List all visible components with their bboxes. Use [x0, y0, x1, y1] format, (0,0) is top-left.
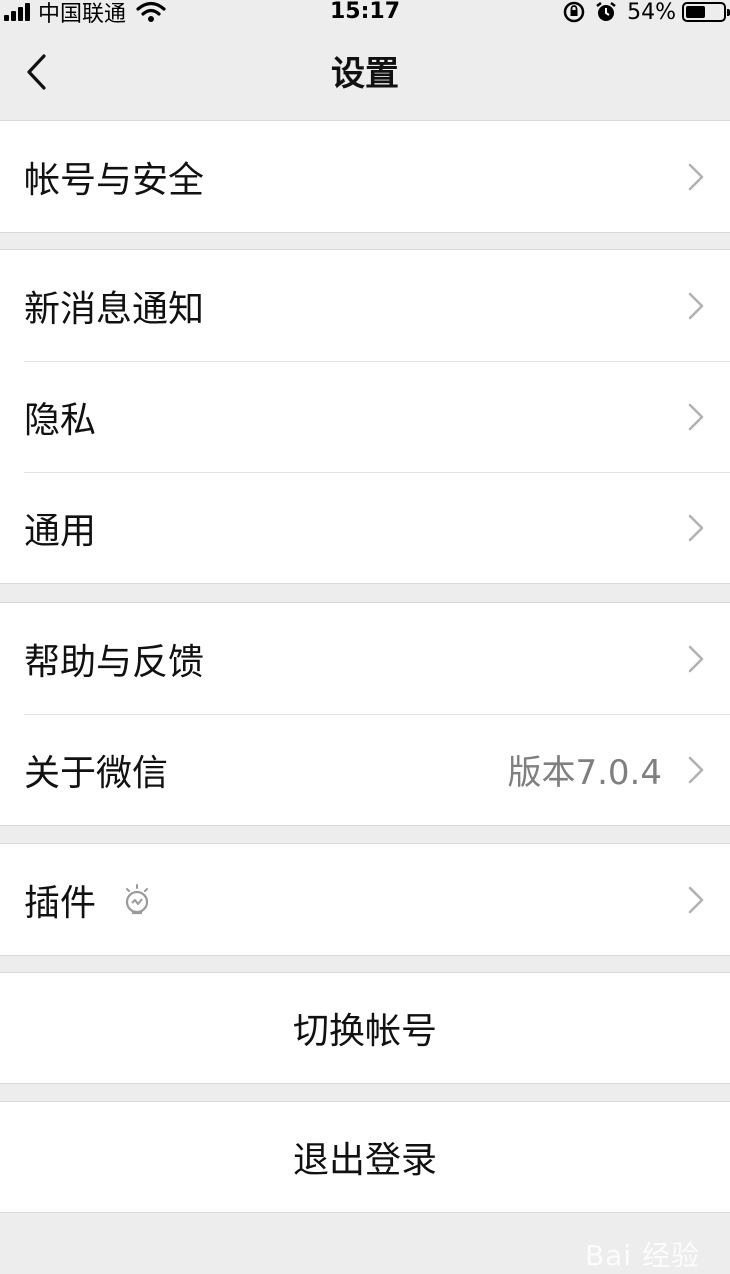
- chevron-right-icon: [688, 886, 704, 913]
- battery-percent: 54%: [627, 0, 676, 25]
- cell-label: 新消息通知: [24, 288, 205, 330]
- cell-about-wechat[interactable]: 关于微信 版本7.0.4: [0, 714, 730, 825]
- nav-bar: 设置: [0, 24, 730, 120]
- settings-group-help: 帮助与反馈 关于微信 版本7.0.4: [0, 602, 730, 826]
- settings-group-account: 帐号与安全: [0, 120, 730, 233]
- chevron-right-icon: [688, 645, 704, 672]
- logout-button[interactable]: 退出登录: [0, 1102, 730, 1212]
- cell-help-feedback[interactable]: 帮助与反馈: [0, 603, 730, 714]
- cell-label: 帐号与安全: [24, 159, 205, 201]
- cell-label: 通用: [24, 510, 97, 552]
- logout-label: 退出登录: [292, 1140, 437, 1181]
- cell-label: 插件: [24, 882, 97, 924]
- settings-group-general: 新消息通知 隐私 通用: [0, 249, 730, 584]
- cell-label: 关于微信: [24, 752, 169, 794]
- logout-group: 退出登录: [0, 1101, 730, 1213]
- switch-account-group: 切换帐号: [0, 972, 730, 1084]
- page-title: 设置: [331, 54, 399, 94]
- chevron-right-icon: [688, 756, 704, 783]
- chevron-right-icon: [688, 163, 704, 190]
- lightbulb-icon: [122, 883, 152, 917]
- cell-general[interactable]: 通用: [0, 472, 730, 583]
- cell-label: 隐私: [24, 399, 97, 441]
- settings-group-plugins: 插件: [0, 843, 730, 956]
- chevron-right-icon: [688, 292, 704, 319]
- cell-account-security[interactable]: 帐号与安全: [0, 121, 730, 232]
- cell-label: 帮助与反馈: [24, 641, 205, 683]
- cell-privacy[interactable]: 隐私: [0, 361, 730, 472]
- battery-icon: [682, 2, 730, 22]
- rotation-lock-icon: [563, 1, 585, 23]
- status-right: 54%: [563, 0, 730, 25]
- chevron-right-icon: [688, 514, 704, 541]
- alarm-icon: [595, 1, 617, 23]
- switch-account-label: 切换帐号: [292, 1011, 437, 1052]
- status-bar: 中国联通 15:17 54%: [0, 0, 730, 27]
- version-text: 版本7.0.4: [507, 753, 662, 793]
- watermark: Bai 经验: [584, 1239, 700, 1272]
- cell-notifications[interactable]: 新消息通知: [0, 250, 730, 361]
- switch-account-button[interactable]: 切换帐号: [0, 973, 730, 1083]
- chevron-right-icon: [688, 403, 704, 430]
- cell-plugins[interactable]: 插件: [0, 844, 730, 955]
